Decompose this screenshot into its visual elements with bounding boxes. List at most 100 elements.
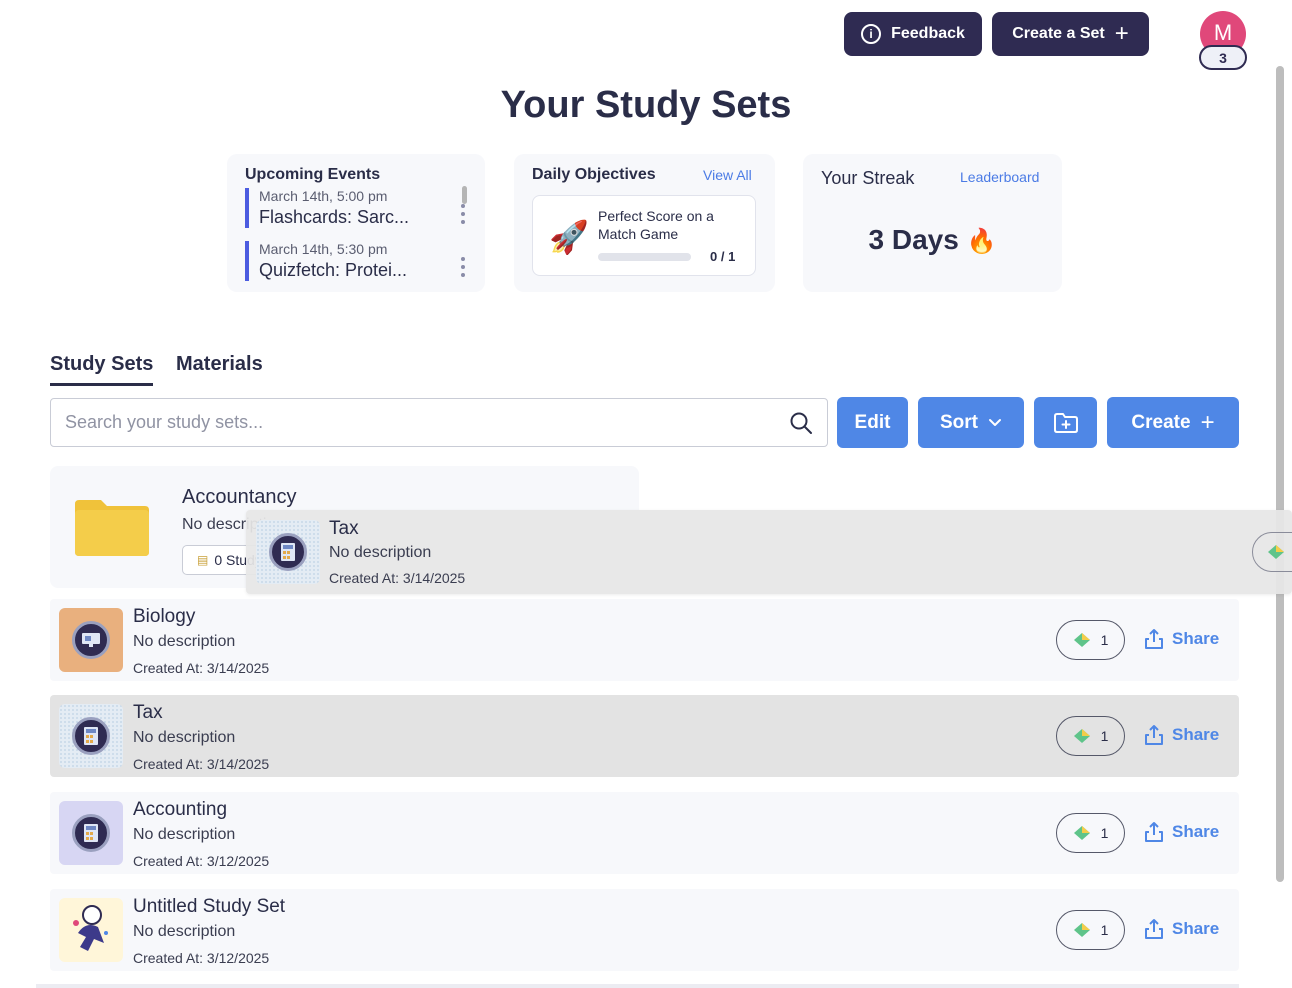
feedback-button[interactable]: i Feedback: [844, 12, 982, 56]
folder-icon: [75, 500, 149, 556]
study-set-name: Biology: [133, 606, 196, 627]
kebab-menu-icon[interactable]: [461, 257, 465, 281]
study-set-thumbnail: [59, 704, 123, 768]
avatar-level-badge: 3: [1199, 45, 1247, 70]
edit-label: Edit: [854, 411, 891, 433]
objective-text: Perfect Score on a Match Game: [598, 208, 714, 242]
cards-icon: [1073, 633, 1090, 647]
streak-value: 3 Days: [868, 224, 959, 255]
new-folder-button[interactable]: [1034, 397, 1097, 448]
share-button[interactable]: Share: [1144, 724, 1219, 746]
page-title: Your Study Sets: [500, 84, 792, 126]
create-button[interactable]: Create +: [1107, 397, 1239, 448]
chevron-down-icon: [989, 418, 1001, 426]
study-set-thumbnail: [256, 520, 320, 584]
daily-objectives-card: Daily Objectives View All 🚀 Perfect Scor…: [514, 154, 775, 292]
study-set-row-accounting[interactable]: Accounting No description Created At: 3/…: [50, 792, 1239, 874]
study-set-date: Created At: 3/14/2025: [329, 570, 466, 586]
flashcard-count: 1: [1056, 716, 1125, 756]
flashcard-count: [1252, 532, 1292, 572]
share-icon: [1145, 629, 1163, 649]
study-set-description: No description: [133, 826, 236, 843]
event-name: Quizfetch: Protei...: [259, 260, 408, 280]
list-bottom-edge: [36, 984, 1239, 988]
flashcard-count-value: 1: [1100, 632, 1109, 648]
share-button[interactable]: Share: [1144, 821, 1219, 843]
flashcard-count-value: 1: [1100, 825, 1109, 841]
objective-progress-count: 0 / 1: [710, 249, 736, 264]
tab-materials[interactable]: Materials: [176, 353, 263, 376]
view-all-link[interactable]: View All: [703, 167, 752, 183]
cards-icon: [1073, 826, 1090, 840]
study-set-date: Created At: 3/14/2025: [133, 660, 270, 676]
search-icon[interactable]: [789, 411, 813, 435]
share-label: Share: [1172, 629, 1220, 648]
flashcard-count-value: 1: [1100, 922, 1109, 938]
cards-icon: [1073, 729, 1090, 743]
event-time: March 14th, 5:30 pm: [259, 241, 388, 257]
create-a-set-button[interactable]: Create a Set +: [992, 12, 1149, 56]
objective-item[interactable]: 🚀 Perfect Score on a Match Game 0 / 1: [532, 195, 756, 276]
study-set-thumbnail: [59, 608, 123, 672]
share-icon: [1145, 822, 1163, 842]
study-set-date: Created At: 3/14/2025: [133, 756, 270, 772]
study-set-thumbnail: [59, 898, 123, 962]
share-button[interactable]: Share: [1144, 918, 1219, 940]
rocket-icon: 🚀: [549, 219, 589, 255]
sort-label: Sort: [940, 411, 978, 433]
create-label: Create: [1131, 411, 1191, 433]
sort-button[interactable]: Sort: [918, 397, 1024, 448]
create-a-set-label: Create a Set: [1012, 25, 1105, 42]
flashcard-count: 1: [1056, 910, 1125, 950]
flashcard-count: 1: [1056, 620, 1125, 660]
leaderboard-link[interactable]: Leaderboard: [960, 169, 1039, 185]
computer-icon: [72, 621, 110, 659]
cards-icon: [1268, 545, 1284, 559]
upcoming-events-card: Upcoming Events March 14th, 5:00 pm Flas…: [227, 154, 485, 292]
flashcard-count-value: 1: [1100, 728, 1109, 744]
study-set-description: No description: [133, 729, 236, 746]
study-set-name: Tax: [329, 518, 359, 539]
astronaut-icon: [73, 905, 108, 951]
page-scrollbar[interactable]: [1276, 66, 1284, 882]
cards-icon: [1073, 923, 1090, 937]
study-set-name: Untitled Study Set: [133, 896, 286, 917]
share-button[interactable]: Share: [1144, 628, 1219, 650]
streak-card: Your Streak Leaderboard 3 Days 🔥: [803, 154, 1062, 292]
study-set-date: Created At: 3/12/2025: [133, 950, 270, 966]
event-time: March 14th, 5:00 pm: [259, 188, 388, 204]
document-icon: ▤: [197, 553, 209, 567]
share-label: Share: [1172, 919, 1220, 938]
plus-icon: +: [1114, 20, 1129, 47]
tab-study-sets[interactable]: Study Sets: [50, 353, 154, 386]
study-set-row-tax[interactable]: Tax No description Created At: 3/14/2025…: [50, 695, 1239, 777]
calculator-icon: [72, 717, 110, 755]
study-set-row-biology[interactable]: Biology No description Created At: 3/14/…: [50, 599, 1239, 681]
fire-icon: 🔥: [966, 228, 997, 255]
plus-icon: +: [1200, 408, 1215, 436]
share-label: Share: [1172, 822, 1220, 841]
search-input[interactable]: [65, 399, 765, 446]
info-icon: i: [861, 24, 882, 44]
event-item[interactable]: March 14th, 5:00 pm Flashcards: Sarc...: [245, 188, 465, 228]
streak-value-row: 3 Days 🔥: [803, 224, 1062, 256]
objective-progress-bar: [598, 253, 691, 261]
kebab-menu-icon[interactable]: [461, 204, 465, 228]
share-icon: [1145, 919, 1163, 939]
folder-plus-icon: [1053, 412, 1078, 433]
share-label: Share: [1172, 725, 1220, 744]
study-set-name: Accounting: [133, 799, 228, 820]
study-set-description: No description: [133, 923, 236, 940]
upcoming-events-title: Upcoming Events: [245, 166, 381, 183]
calculator-icon: [269, 533, 307, 571]
dragged-study-set-tax[interactable]: Tax No description Created At: 3/14/2025: [246, 510, 1292, 594]
edit-button[interactable]: Edit: [837, 397, 908, 448]
calculator-icon: [72, 814, 110, 852]
search-box: [50, 398, 828, 447]
flashcard-count: 1: [1056, 813, 1125, 853]
event-name: Flashcards: Sarc...: [259, 207, 410, 227]
study-set-row-untitled[interactable]: Untitled Study Set No description Create…: [50, 889, 1239, 971]
study-set-date: Created At: 3/12/2025: [133, 853, 270, 869]
folder-name: Accountancy: [182, 486, 297, 508]
event-item[interactable]: March 14th, 5:30 pm Quizfetch: Protei...: [245, 241, 465, 281]
